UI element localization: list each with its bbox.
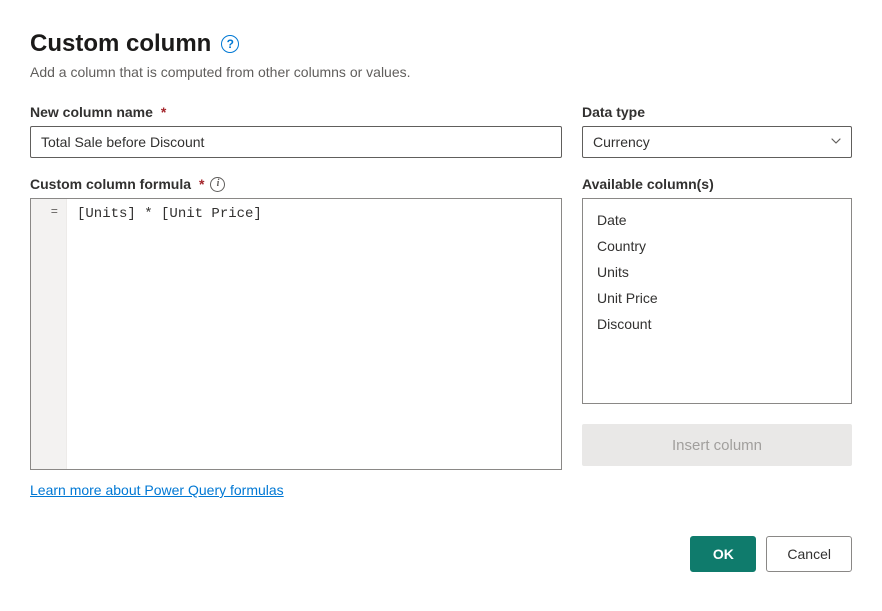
list-item[interactable]: Discount bbox=[583, 311, 851, 337]
available-columns-list: Date Country Units Unit Price Discount bbox=[582, 198, 852, 404]
new-column-name-input[interactable] bbox=[30, 126, 562, 158]
required-indicator: * bbox=[161, 104, 166, 120]
list-item[interactable]: Units bbox=[583, 259, 851, 285]
learn-more-link[interactable]: Learn more about Power Query formulas bbox=[30, 482, 284, 498]
help-icon[interactable]: ? bbox=[221, 35, 239, 53]
info-icon[interactable]: i bbox=[210, 177, 225, 192]
required-indicator: * bbox=[199, 176, 204, 192]
available-columns-label: Available column(s) bbox=[582, 176, 852, 192]
list-item[interactable]: Unit Price bbox=[583, 285, 851, 311]
dialog-title: Custom column bbox=[30, 30, 211, 58]
label-text: Custom column formula bbox=[30, 176, 191, 192]
insert-column-button: Insert column bbox=[582, 424, 852, 466]
label-text: New column name bbox=[30, 104, 153, 120]
list-item[interactable]: Country bbox=[583, 233, 851, 259]
cancel-button[interactable]: Cancel bbox=[766, 536, 852, 572]
formula-editor: = bbox=[30, 198, 562, 470]
formula-gutter: = bbox=[31, 199, 67, 469]
ok-button[interactable]: OK bbox=[690, 536, 756, 572]
formula-input[interactable] bbox=[67, 199, 561, 469]
list-item[interactable]: Date bbox=[583, 207, 851, 233]
new-column-name-label: New column name * bbox=[30, 104, 562, 120]
data-type-label: Data type bbox=[582, 104, 852, 120]
dialog-subtitle: Add a column that is computed from other… bbox=[30, 64, 852, 80]
data-type-select[interactable]: Currency bbox=[582, 126, 852, 158]
formula-label: Custom column formula * i bbox=[30, 176, 562, 192]
